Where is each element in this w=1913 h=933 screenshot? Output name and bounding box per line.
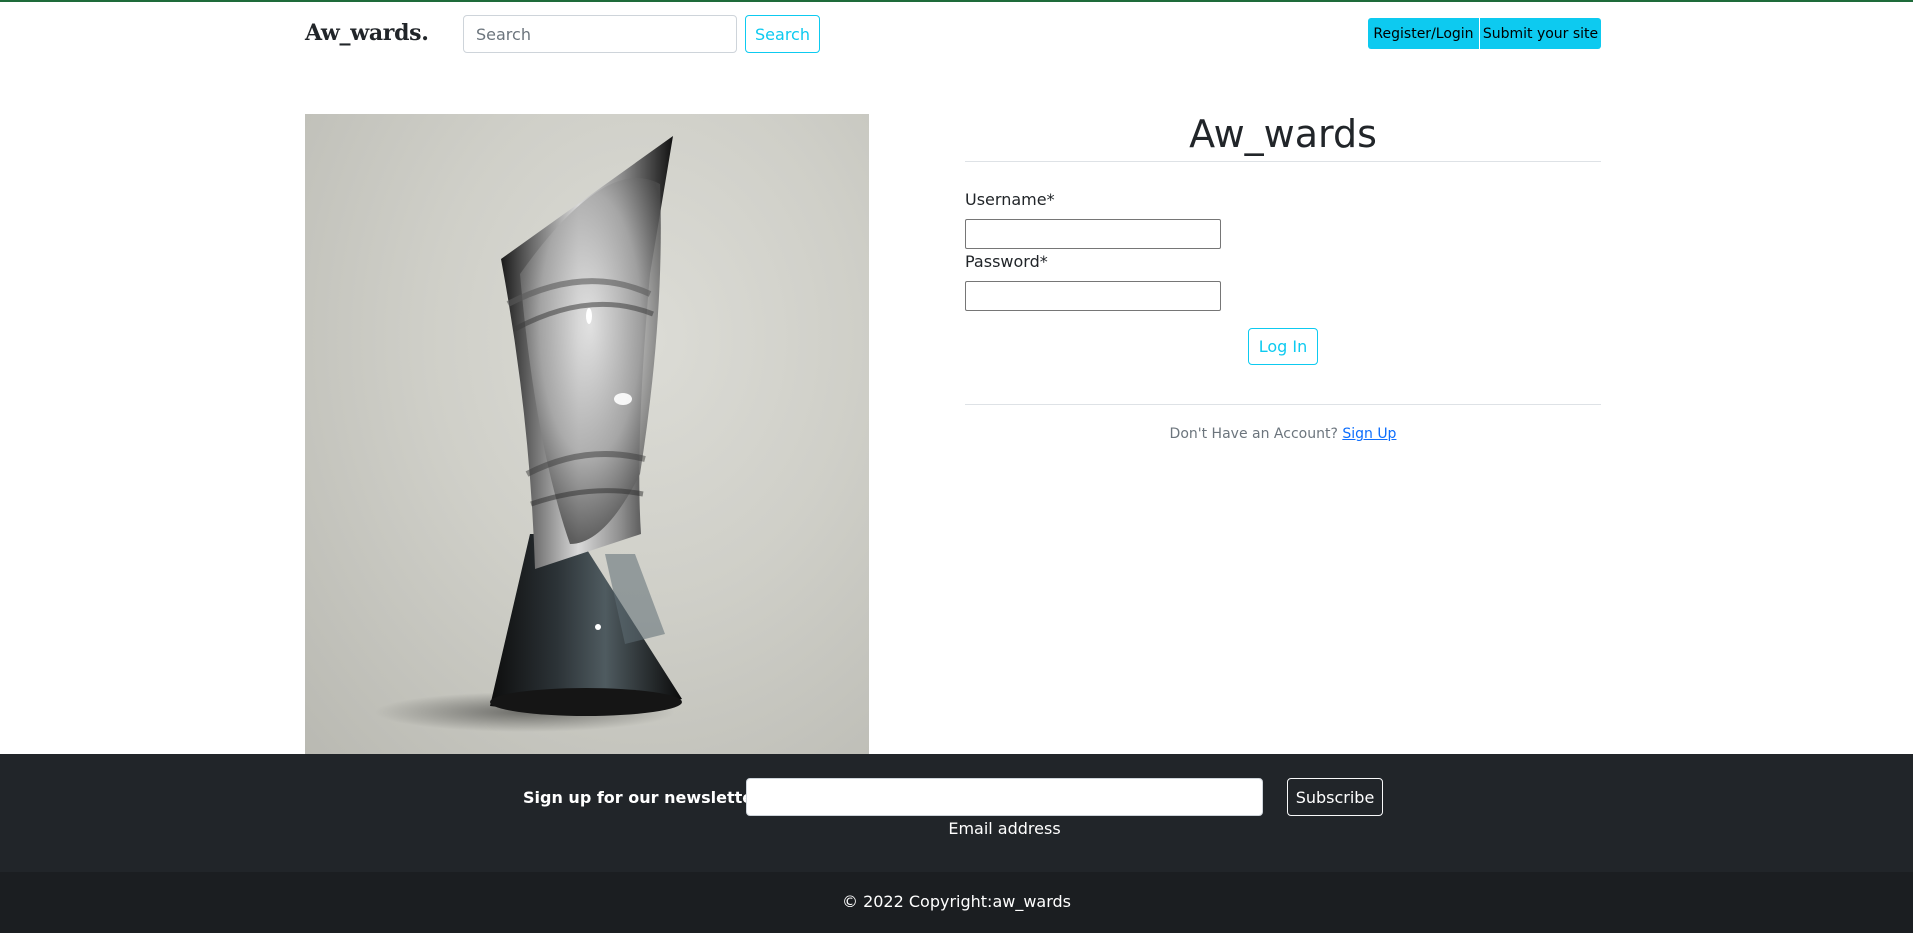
signup-prompt: Don't Have an Account? Sign Up [965, 426, 1601, 442]
email-caption: Email address [948, 819, 1061, 838]
brand-logo[interactable]: Aw_wards. [305, 20, 429, 46]
submit-site-button[interactable]: Submit your site [1480, 18, 1601, 49]
title-divider [965, 161, 1601, 162]
password-label: Password* [965, 252, 1048, 271]
password-field[interactable] [965, 281, 1221, 311]
subscribe-button[interactable]: Subscribe [1287, 778, 1383, 816]
copyright-bar: © 2022 Copyright:aw_wards [0, 872, 1913, 933]
copyright-text: © 2022 Copyright:aw_wards [841, 892, 1072, 911]
search-button[interactable]: Search [745, 15, 820, 53]
newsletter-label: Sign up for our newsletter [523, 788, 762, 807]
sign-up-link[interactable]: Sign Up [1342, 426, 1396, 442]
register-login-button[interactable]: Register/Login [1368, 18, 1479, 49]
no-account-text: Don't Have an Account? [1169, 426, 1338, 442]
navbar: Aw_wards. Search Register/Login Submit y… [0, 2, 1913, 66]
username-field[interactable] [965, 219, 1221, 249]
newsletter-section: Sign up for our newsletter Email address… [0, 754, 1913, 872]
email-field[interactable] [746, 778, 1263, 816]
trophy-image [305, 114, 869, 754]
search-input[interactable] [463, 15, 737, 53]
username-label: Username* [965, 190, 1055, 209]
login-title: Aw_wards [1189, 112, 1377, 156]
log-in-button[interactable]: Log In [1248, 328, 1318, 365]
form-divider [965, 404, 1601, 405]
